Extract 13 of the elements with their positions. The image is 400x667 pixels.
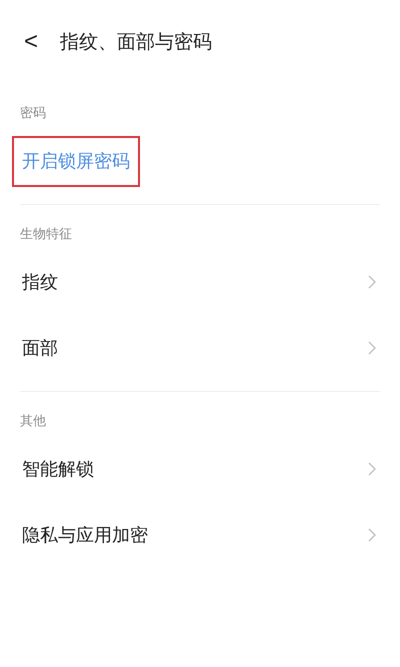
page-title: 指纹、面部与密码 — [60, 30, 212, 55]
section-label: 密码 — [20, 106, 46, 121]
chevron-right-icon — [368, 528, 376, 542]
settings-item[interactable]: 智能解锁 — [12, 444, 104, 494]
chevron-right-icon — [368, 341, 376, 355]
chevron-right-icon — [368, 462, 376, 476]
settings-item[interactable]: 面部 — [12, 322, 68, 374]
chevron-right-icon — [368, 275, 376, 289]
section-label: 其他 — [20, 414, 46, 429]
settings-item[interactable]: 指纹 — [12, 256, 68, 308]
section-label: 生物特征 — [20, 227, 72, 242]
settings-item[interactable]: 隐私与应用加密 — [12, 510, 158, 560]
back-button[interactable]: < — [24, 30, 38, 54]
